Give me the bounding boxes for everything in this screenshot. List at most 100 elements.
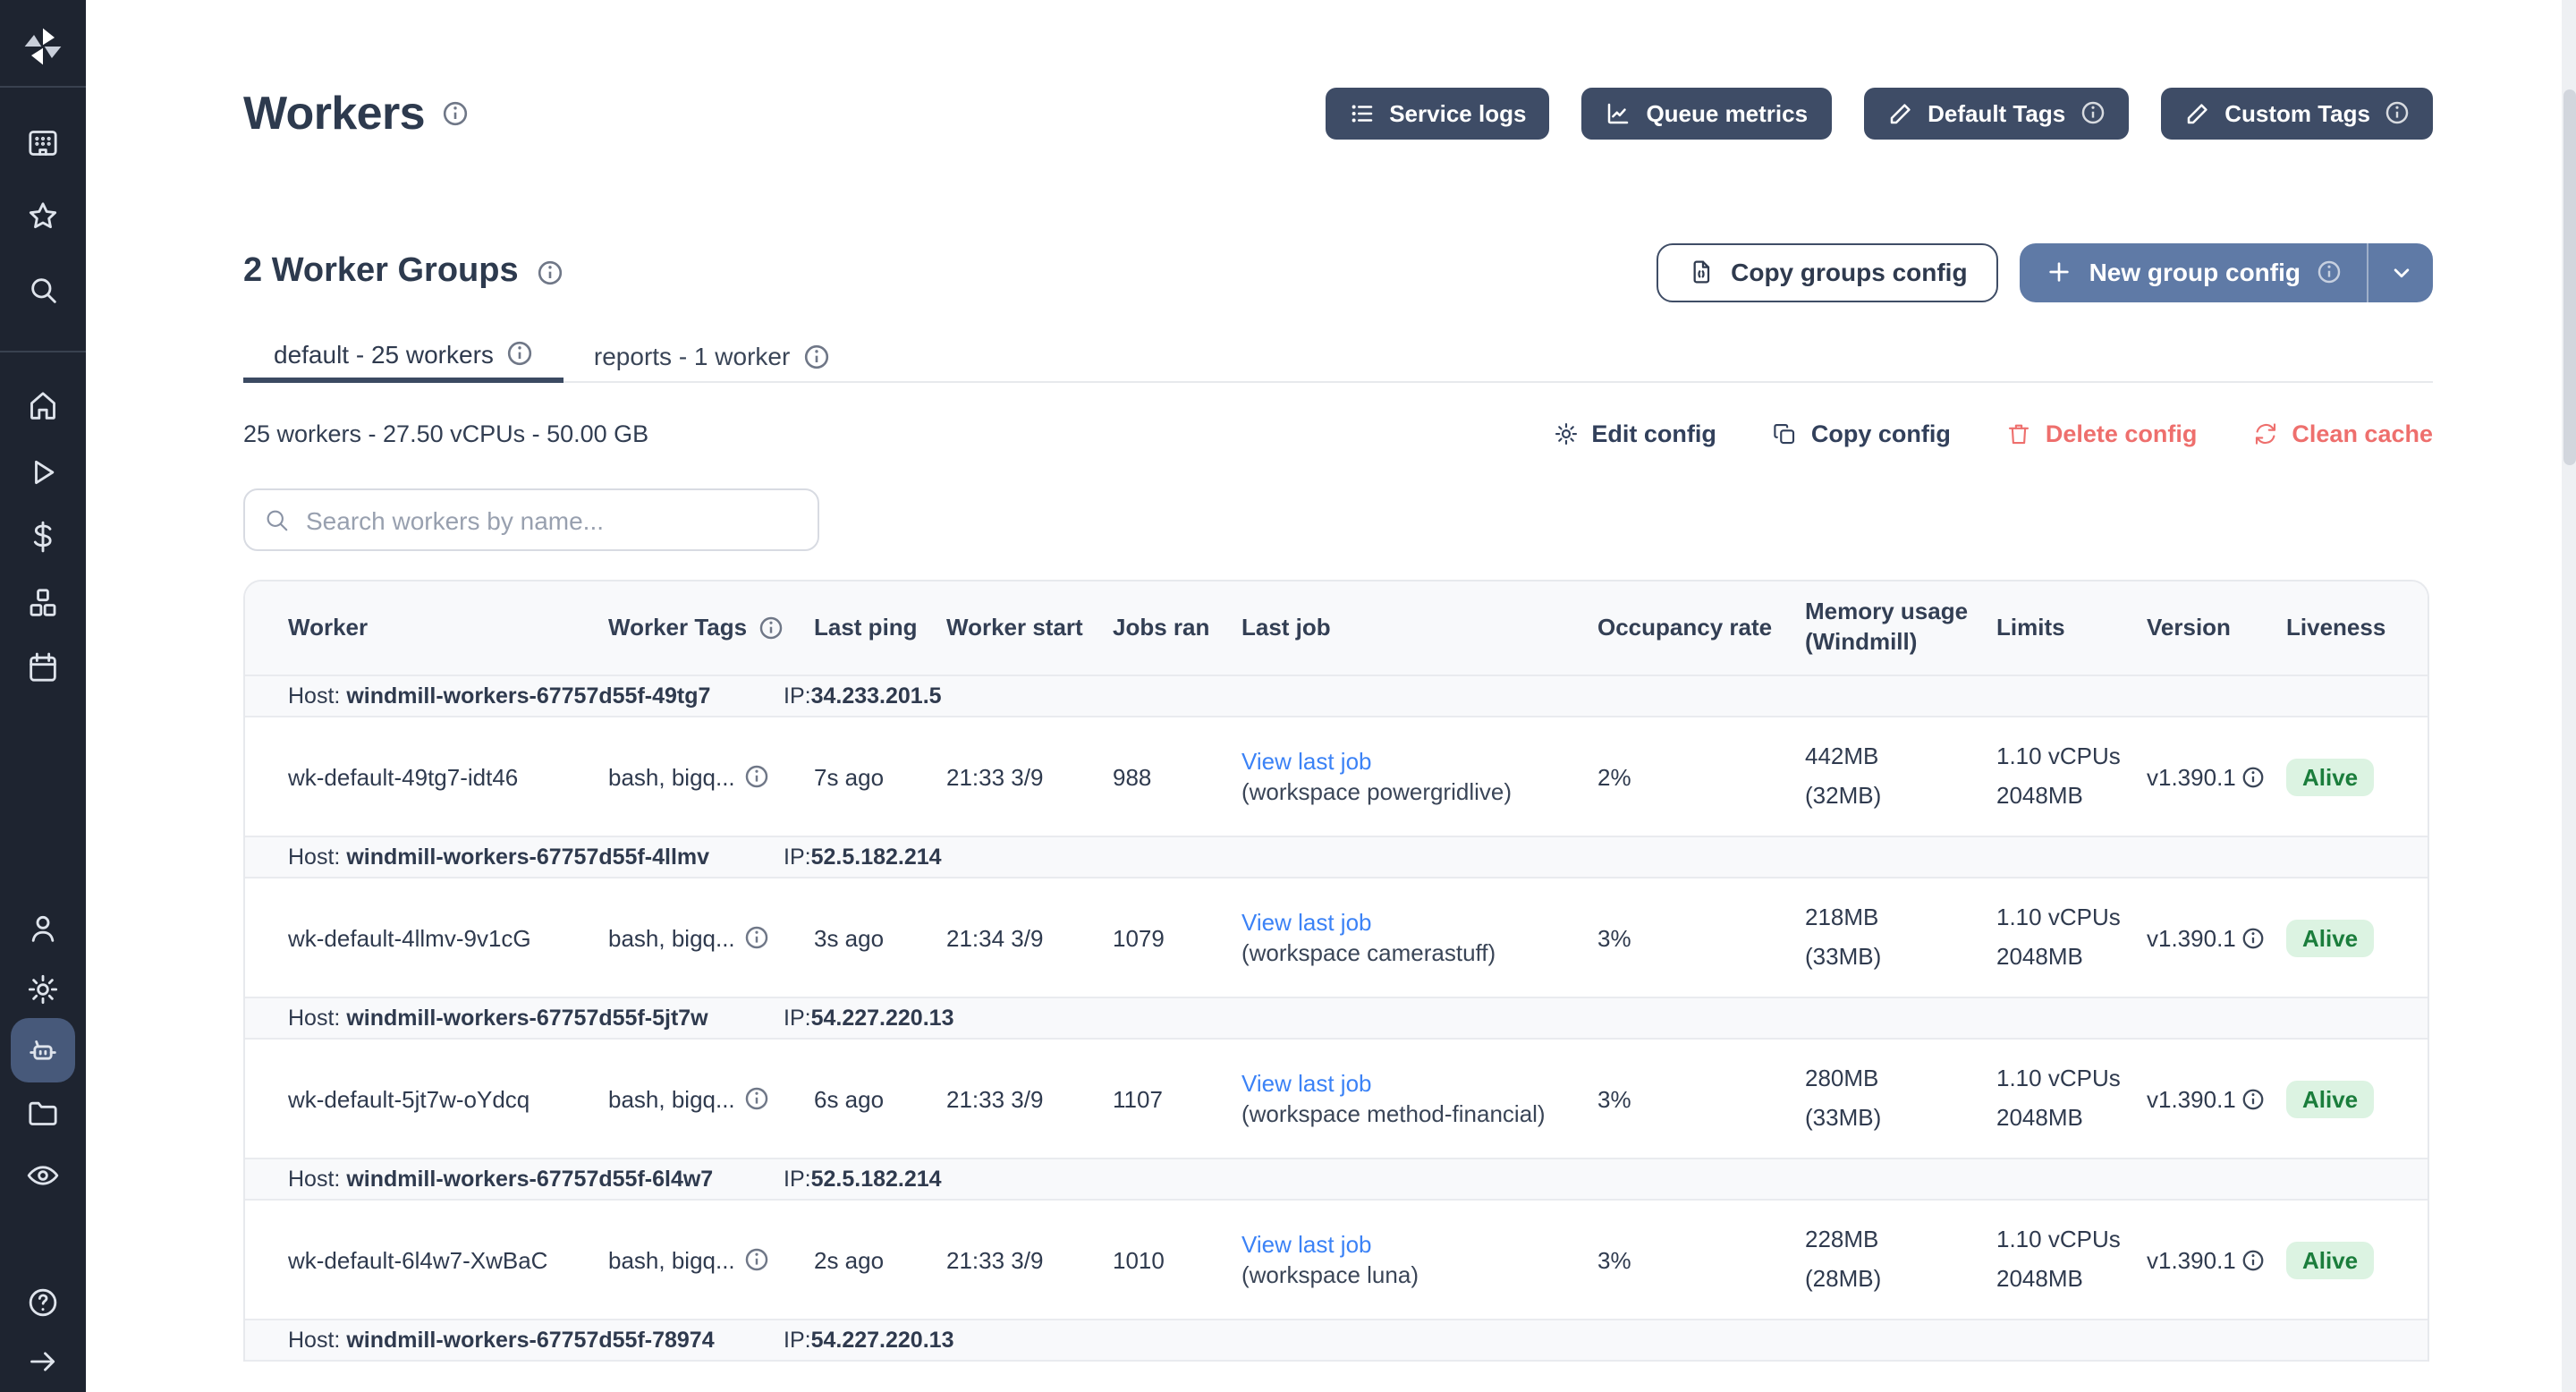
- star-icon: [25, 199, 61, 234]
- worker-groups-info-icon[interactable]: [537, 259, 564, 285]
- queue-metrics-button[interactable]: Queue metrics: [1581, 87, 1831, 139]
- tab-reports-label: reports - 1 worker: [594, 342, 790, 370]
- col-version: Version: [2147, 613, 2286, 643]
- search-box: [243, 488, 819, 551]
- service-logs-button[interactable]: Service logs: [1325, 87, 1549, 139]
- sidebar-item-schedules[interactable]: [14, 639, 72, 696]
- sidebar: [0, 0, 86, 1392]
- sidebar-divider: [0, 351, 86, 352]
- info-icon[interactable]: [2241, 765, 2265, 788]
- occupancy-rate: 3%: [1597, 924, 1805, 951]
- host-ip: IP:54.227.220.13: [784, 1328, 954, 1353]
- sidebar-item-audit[interactable]: [14, 1147, 72, 1204]
- info-icon[interactable]: [744, 1086, 769, 1111]
- copy-groups-config-label: Copy groups config: [1731, 258, 1967, 286]
- new-group-config-dropdown[interactable]: [2368, 242, 2433, 301]
- info-icon: [2317, 259, 2342, 284]
- info-icon[interactable]: [744, 1247, 769, 1272]
- worker-tags: bash, bigq...: [608, 1246, 814, 1273]
- search-input[interactable]: [243, 488, 819, 551]
- info-icon[interactable]: [2241, 1087, 2265, 1110]
- last-ping: 3s ago: [814, 924, 946, 951]
- plus-icon: [2045, 258, 2073, 286]
- occupancy-rate: 3%: [1597, 1085, 1805, 1112]
- config-actions: Edit config Copy config Delete config: [1552, 420, 2433, 446]
- new-group-config-button[interactable]: New group config: [2020, 242, 2433, 301]
- copy-config-label: Copy config: [1811, 420, 1951, 446]
- last-job-workspace: (workspace luna): [1241, 1261, 1419, 1288]
- calendar-icon: [25, 649, 61, 685]
- copy-groups-config-button[interactable]: Copy groups config: [1656, 242, 1997, 301]
- worker-start: 21:33 3/9: [946, 763, 1113, 790]
- clean-cache-label: Clean cache: [2292, 420, 2433, 446]
- default-tags-button[interactable]: Default Tags: [1863, 87, 2128, 139]
- info-icon[interactable]: [744, 764, 769, 789]
- custom-tags-button[interactable]: Custom Tags: [2160, 87, 2433, 139]
- sidebar-item-user[interactable]: [14, 900, 72, 957]
- delete-config-button[interactable]: Delete config: [2006, 420, 2198, 446]
- sidebar-item-home[interactable]: [14, 378, 72, 435]
- help-icon: [25, 1285, 61, 1320]
- pencil-icon: [1886, 99, 1913, 126]
- sidebar-item-runs[interactable]: [14, 444, 72, 501]
- col-liveness: Liveness: [2286, 613, 2428, 643]
- sidebar-item-variables[interactable]: [14, 508, 72, 565]
- host-row: Host: windmill-workers-67757d55f-5jt7w I…: [245, 997, 2428, 1040]
- worker-groups-title: 2 Worker Groups: [243, 252, 519, 292]
- col-worker-start: Worker start: [946, 613, 1113, 643]
- version: v1.390.1: [2147, 1246, 2286, 1273]
- chevron-down-icon: [2387, 259, 2414, 285]
- sidebar-item-workers[interactable]: [11, 1018, 75, 1082]
- gear-icon: [1552, 420, 1579, 446]
- info-icon: [2080, 100, 2105, 125]
- new-group-config-label: New group config: [2089, 258, 2301, 286]
- last-job-workspace: (workspace camerastuff): [1241, 939, 1496, 966]
- info-icon[interactable]: [2241, 926, 2265, 949]
- liveness: Alive: [2286, 919, 2428, 956]
- new-group-config-main[interactable]: New group config: [2020, 242, 2367, 301]
- header-buttons: Service logs Queue metrics Default Tags: [1325, 87, 2433, 139]
- windmill-logo[interactable]: [14, 18, 72, 75]
- info-icon: [802, 343, 829, 369]
- sidebar-item-collapse[interactable]: [14, 1333, 72, 1390]
- liveness: Alive: [2286, 758, 2428, 795]
- host-name: Host: windmill-workers-67757d55f-4llmv: [288, 845, 784, 870]
- info-icon[interactable]: [758, 615, 783, 641]
- worker-start: 21:33 3/9: [946, 1246, 1113, 1273]
- sidebar-item-favorites[interactable]: [14, 188, 72, 245]
- sidebar-item-apps[interactable]: [14, 115, 72, 172]
- play-icon: [25, 454, 61, 490]
- arrow-right-icon: [25, 1344, 61, 1379]
- worker-groups-header: 2 Worker Groups Copy groups config New g…: [243, 242, 2433, 302]
- view-last-job-link[interactable]: View last job: [1241, 1070, 1583, 1097]
- col-limits: Limits: [1996, 613, 2147, 643]
- col-last-ping: Last ping: [814, 613, 946, 643]
- tab-default[interactable]: default - 25 workers: [243, 329, 564, 383]
- view-last-job-link[interactable]: View last job: [1241, 1231, 1583, 1258]
- view-last-job-link[interactable]: View last job: [1241, 909, 1583, 936]
- info-icon[interactable]: [744, 925, 769, 950]
- sidebar-item-help[interactable]: [14, 1274, 72, 1331]
- sidebar-item-settings[interactable]: [14, 961, 72, 1018]
- page-scrollbar-thumb[interactable]: [2563, 89, 2575, 465]
- sidebar-divider: [0, 86, 86, 88]
- worker-row: wk-default-49tg7-idt46 bash, bigq... 7s …: [245, 717, 2428, 836]
- tab-reports[interactable]: reports - 1 worker: [564, 329, 860, 383]
- view-last-job-link[interactable]: View last job: [1241, 748, 1583, 775]
- last-ping: 7s ago: [814, 763, 946, 790]
- limits: 1.10 vCPUs 2048MB: [1996, 898, 2147, 977]
- info-icon[interactable]: [2241, 1248, 2265, 1271]
- col-occupancy-rate: Occupancy rate: [1597, 613, 1805, 643]
- workers-info-icon[interactable]: [443, 99, 470, 126]
- clean-cache-button[interactable]: Clean cache: [2252, 420, 2433, 446]
- copy-config-button[interactable]: Copy config: [1772, 420, 1951, 446]
- edit-config-button[interactable]: Edit config: [1552, 420, 1716, 446]
- sidebar-item-search[interactable]: [14, 261, 72, 318]
- windmill-logo-icon: [20, 23, 66, 70]
- file-icon: [1686, 258, 1715, 286]
- worker-tags: bash, bigq...: [608, 1085, 814, 1112]
- queue-metrics-label: Queue metrics: [1646, 99, 1808, 126]
- liveness-badge: Alive: [2286, 919, 2374, 956]
- sidebar-item-resources[interactable]: [14, 574, 72, 632]
- sidebar-item-folders[interactable]: [14, 1084, 72, 1142]
